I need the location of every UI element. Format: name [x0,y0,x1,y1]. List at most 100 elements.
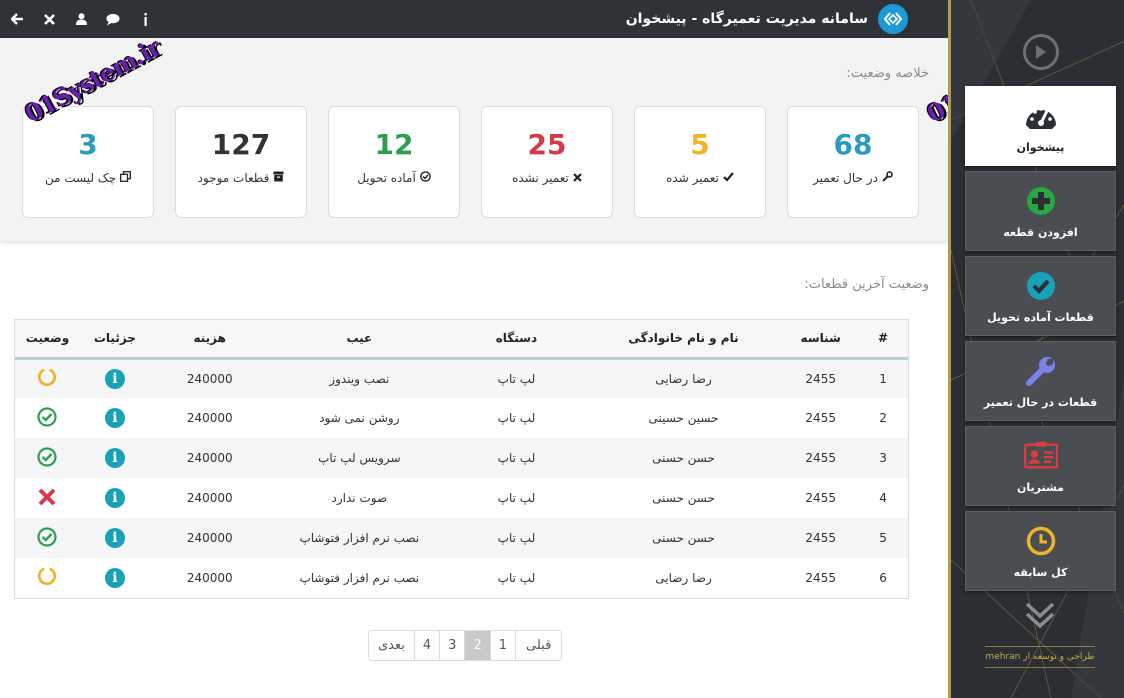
info-circle-icon[interactable]: i [104,528,125,548]
wrench-icon [1024,354,1058,388]
cell-name: حسن حسنی [652,491,715,505]
cell-id: 2455 [805,411,836,425]
table-header-col-id[interactable]: شناسه [783,320,858,358]
copy-icon [120,171,132,185]
chevron-double-down-icon[interactable] [1025,600,1055,634]
summary-card-value: 5 [690,128,710,161]
cell-status [15,398,80,438]
sidebar-item[interactable]: مشتریان [965,426,1116,506]
info-circle-icon[interactable]: i [104,568,125,588]
pagination-page[interactable]: 4 [413,631,440,660]
summary-card[interactable]: 127 قطعات موجود [175,106,307,218]
summary-card-value: 127 [211,128,271,161]
check-circle-icon [37,526,58,547]
app-title: سامانه مدیریت تعمیرگاه - پیشخوان [625,11,868,27]
parts-title: وضعیت آخرین قطعات: [804,277,929,292]
sidebar-item-label: مشتریان [1017,481,1064,494]
cell-cost: 240000 [186,411,233,425]
summary-card[interactable]: 5 تعمیر شده [634,106,766,218]
collapse-toggle-icon[interactable] [1023,34,1059,70]
cell-status [15,438,80,478]
cell-fault: صوت ندارد [331,491,388,505]
table-header-col-fault[interactable]: عیب [270,320,450,358]
cell-cost: 240000 [186,531,233,545]
table-row[interactable]: 4 2455 حسن حسنی لپ تاپ صوت ندارد 240000 i [15,478,908,518]
sidebar: پیشخوان افزودن قطعه قطعات آماده تحویل قطعات… [948,0,1124,698]
sidebar-item[interactable]: پیشخوان [965,86,1116,166]
pagination-page[interactable]: 1 [489,631,516,660]
cell-device: لپ تاپ [497,451,536,465]
info-circle-icon[interactable]: i [104,408,125,428]
cell-id: 2455 [805,371,836,386]
table-row[interactable]: 2 2455 حسین حسینی لپ تاپ روشن نمی شود 240000 i [15,398,908,438]
table-header-col-details[interactable]: جزئیات [80,320,150,358]
brand: سامانه مدیریت تعمیرگاه - پیشخوان [626,0,908,38]
sidebar-item[interactable]: افزودن قطعه [965,171,1116,251]
cell-id: 2455 [805,571,836,585]
cell-number: 1 [879,371,887,386]
cell-name: حسن حسنی [652,531,715,545]
summary-card[interactable]: 25 تعمیر نشده [481,106,613,218]
summary-card-label-row: آماده تحویل [329,171,459,185]
archive-icon [273,171,284,185]
pagination-prev[interactable]: قبلی [515,631,562,660]
pagination-page[interactable]: 2 [464,631,490,660]
table-row[interactable]: 3 2455 حسن حسنی لپ تاپ سرویس لپ تاپ 240000 i [15,438,908,478]
table-header-col-status[interactable]: وضعیت [15,320,80,358]
check-circle-icon [37,446,58,467]
cell-name: رضا رضایی [655,571,712,585]
table-header-col-cost[interactable]: هزینه [150,320,270,358]
cell-details: i [80,358,150,398]
sidebar-item[interactable]: قطعات آماده تحویل [965,256,1116,336]
cell-cost: 240000 [186,451,233,465]
wrench-icon [882,171,893,185]
summary-card-label: تعمیر شده [666,171,719,185]
info-circle-icon[interactable]: i [104,368,125,389]
arrow-left-icon[interactable] [10,12,24,26]
summary-card-label-row: چک لیست من [23,171,153,185]
plus-circle-icon [1024,184,1058,218]
check-circle-icon [1024,269,1058,303]
close-icon[interactable] [42,12,56,26]
cell-number: 6 [879,571,887,585]
cell-device: لپ تاپ [497,531,536,545]
pagination-next[interactable]: بعدی [369,631,414,660]
sidebar-item-label: قطعات آماده تحویل [987,311,1094,324]
sidebar-item[interactable]: کل سابقه [965,511,1116,591]
summary-cards: 68 در حال تعمیر 5 تعمیر شده 25 تعمیر نشده 12 آم… [22,106,919,218]
comment-icon[interactable] [106,12,120,26]
user-icon[interactable] [74,12,88,26]
cell-cost: 240000 [186,571,233,585]
table-header-col-device[interactable]: دستگاه [449,320,584,358]
summary-card-label: چک لیست من [44,171,117,185]
summary-card-label-row: قطعات موجود [176,171,306,185]
summary-card[interactable]: 68 در حال تعمیر [787,106,919,218]
cell-number: 5 [879,531,887,545]
summary-card-label-row: در حال تعمیر [788,171,918,185]
summary-card-label-row: تعمیر شده [635,171,765,185]
cell-status [15,518,80,558]
info-circle-icon[interactable]: i [104,448,125,468]
table-row[interactable]: 6 2455 رضا رضایی لپ تاپ نصب نرم افزار فتوشاپ… [15,558,908,598]
pagination-page[interactable]: 3 [439,631,465,660]
cell-status [15,358,80,398]
summary-title: خلاصه وضعیت: [846,66,929,81]
cell-device: لپ تاپ [497,411,536,425]
info-icon[interactable] [138,12,152,26]
table-row[interactable]: 5 2455 حسن حسنی لپ تاپ نصب نرم افزار فتوشاپ 2… [15,518,908,558]
close-icon [37,487,57,507]
table-row[interactable]: 1 2455 رضا رضایی لپ تاپ نصب ویندوز 240000 i [15,358,908,398]
summary-card-label: تعمیر نشده [512,171,569,185]
clock-icon [1024,524,1058,558]
summary-card-label-row: تعمیر نشده [482,171,612,185]
cell-device: لپ تاپ [497,491,536,505]
cell-name: حسین حسینی [648,411,719,425]
summary-card-value: 25 [527,128,567,161]
table-header-col-name[interactable]: نام و نام خانوادگی [584,320,783,358]
summary-card-label: در حال تعمیر [813,171,878,185]
sidebar-item[interactable]: قطعات در حال تعمیر [965,341,1116,421]
table-header-col-number[interactable]: # [858,320,908,358]
info-circle-icon[interactable]: i [104,488,125,508]
summary-card[interactable]: 12 آماده تحویل [328,106,460,218]
table-body: 1 2455 رضا رضایی لپ تاپ نصب ویندوز 240000 i 2 24… [15,358,908,598]
